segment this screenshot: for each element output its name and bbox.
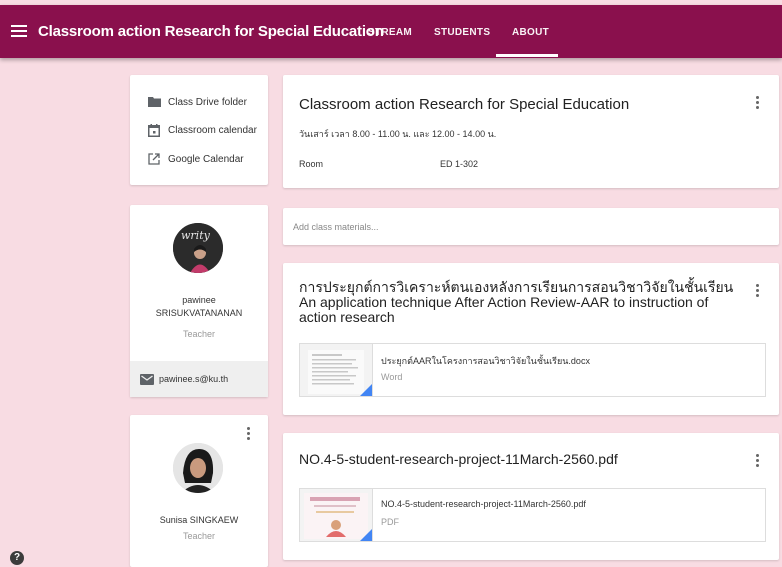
teacher-card: Sunisa SINGKAEW Teacher	[130, 415, 268, 567]
class-links-card: Class Drive folder Classroom calendar Go…	[130, 75, 268, 185]
svg-text:writy: writy	[181, 229, 211, 242]
menu-icon[interactable]	[11, 25, 27, 39]
calendar-icon	[148, 124, 160, 137]
teacher-card: writy pawinee SRISUKVATANANAN Teacher pa…	[130, 205, 268, 397]
active-tab-indicator	[496, 54, 558, 57]
more-options-icon[interactable]	[755, 284, 759, 300]
document-thumbnail	[300, 344, 373, 396]
more-options-icon[interactable]	[246, 427, 250, 443]
link-label: Classroom calendar	[168, 125, 257, 136]
add-materials-placeholder: Add class materials...	[293, 222, 379, 232]
avatar: writy	[173, 223, 223, 273]
teacher-name-line2: SRISUKVATANANAN	[155, 308, 243, 318]
course-schedule: วันเสาร์ เวลา 8.00 - 11.00 น. และ 12.00 …	[299, 129, 497, 139]
link-label: Google Calendar	[168, 154, 244, 165]
course-title: Classroom action Research for Special Ed…	[299, 96, 630, 113]
post-title: NO.4-5-student-research-project-11March-…	[299, 451, 618, 467]
email-icon	[140, 374, 154, 385]
course-about-card: Classroom action Research for Special Ed…	[283, 75, 779, 188]
attachment-name: NO.4-5-student-research-project-11March-…	[381, 499, 586, 509]
room-label: Room	[299, 159, 324, 169]
top-app-bar: Classroom action Research for Special Ed…	[0, 5, 782, 58]
teacher-name: Sunisa SINGKAEW	[159, 515, 239, 525]
link-label: Class Drive folder	[168, 97, 247, 108]
teacher-email-row[interactable]: pawinee.s@ku.th	[130, 361, 268, 397]
add-class-materials-box[interactable]: Add class materials...	[283, 208, 779, 245]
tab-stream[interactable]: STREAM	[368, 27, 412, 38]
teacher-name: pawinee SRISUKVATANANAN	[130, 294, 268, 320]
folder-icon	[148, 97, 161, 107]
tab-about[interactable]: ABOUT	[512, 27, 549, 38]
tab-students[interactable]: STUDENTS	[434, 27, 490, 38]
teacher-name-line1: pawinee	[182, 295, 216, 305]
attachment-card[interactable]: NO.4-5-student-research-project-11March-…	[299, 488, 766, 542]
attachment-type: Word	[381, 372, 403, 382]
room-value: ED 1-302	[440, 159, 479, 169]
teacher-role: Teacher	[182, 329, 216, 339]
help-icon[interactable]: ?	[10, 551, 24, 565]
avatar	[173, 443, 223, 493]
material-post-card: NO.4-5-student-research-project-11March-…	[283, 433, 779, 560]
more-options-icon[interactable]	[755, 96, 759, 112]
teacher-email: pawinee.s@ku.th	[159, 374, 229, 384]
attachment-card[interactable]: ประยุกต์AARในโครงการสอนวิชาวิจัยในชั้นเร…	[299, 343, 766, 397]
post-title: การประยุกต์การวิเคราะห์ตนเองหลังการเรียน…	[299, 279, 734, 325]
open-in-new-icon	[148, 153, 160, 165]
app-title[interactable]: Classroom action Research for Special Ed…	[38, 23, 384, 40]
more-options-icon[interactable]	[755, 454, 759, 470]
teacher-role: Teacher	[182, 531, 216, 541]
material-post-card: การประยุกต์การวิเคราะห์ตนเองหลังการเรียน…	[283, 263, 779, 415]
attachment-name: ประยุกต์AARในโครงการสอนวิชาวิจัยในชั้นเร…	[381, 356, 590, 366]
document-thumbnail	[300, 489, 373, 541]
attachment-type: PDF	[381, 517, 399, 527]
